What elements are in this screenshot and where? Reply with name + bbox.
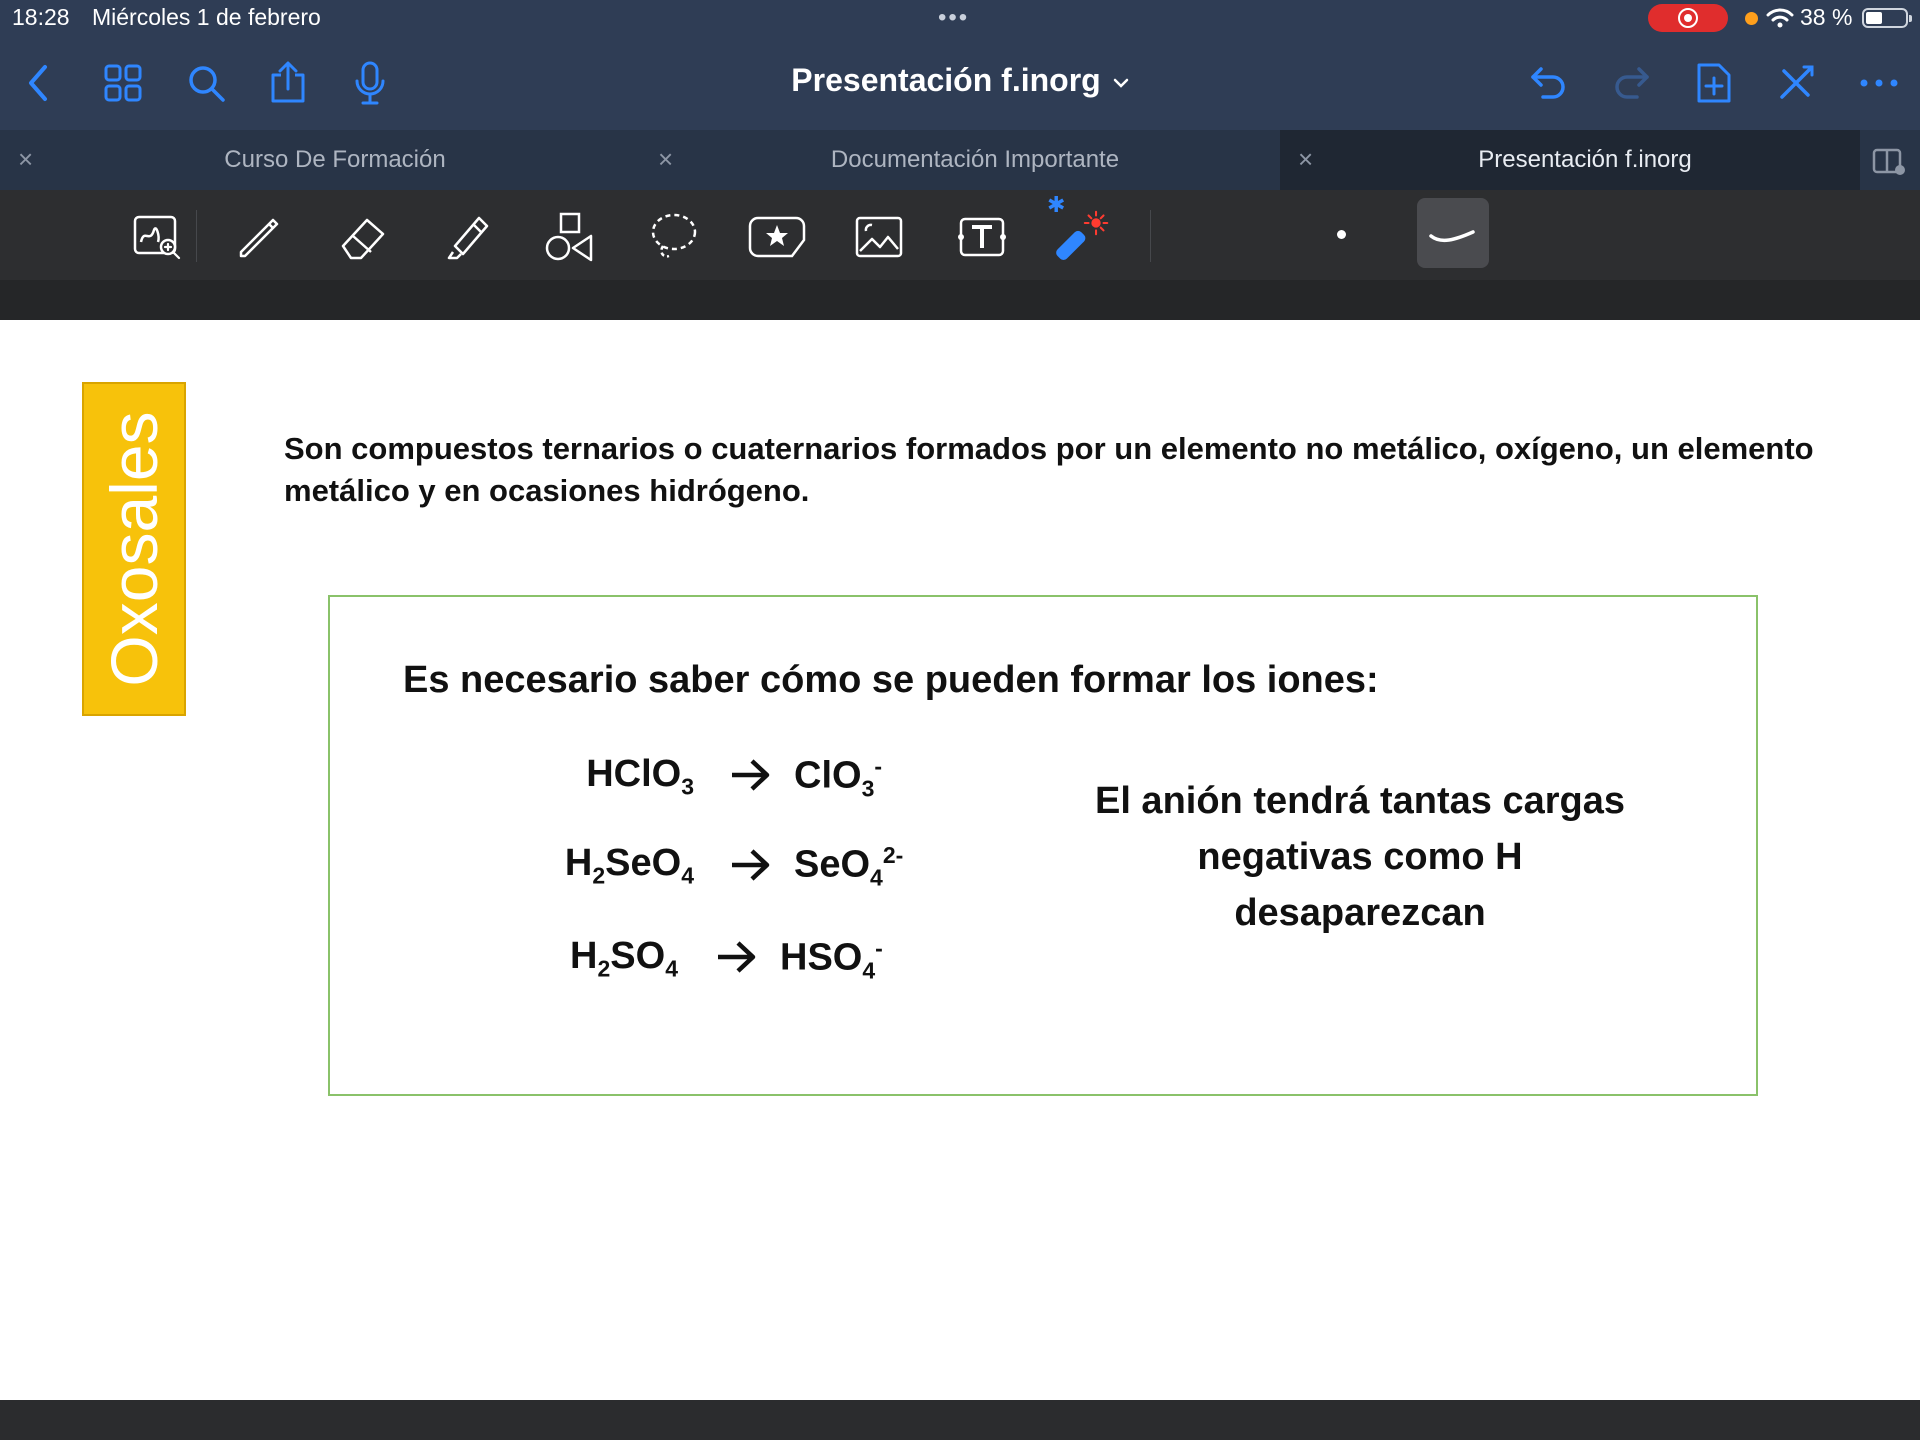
shapes-icon xyxy=(545,212,593,262)
microphone-icon xyxy=(355,61,385,105)
grid-icon xyxy=(104,64,142,102)
tab-label: Presentación f.inorg xyxy=(1478,146,1692,173)
arrow-icon xyxy=(732,849,770,881)
chevron-down-icon xyxy=(1113,78,1128,88)
close-icon[interactable]: × xyxy=(658,144,673,175)
search-button[interactable] xyxy=(181,58,231,108)
undo-icon xyxy=(1531,67,1565,99)
tab-label: Curso De Formación xyxy=(224,146,446,173)
equation-1-right: ClO3- xyxy=(794,753,883,802)
equation-2-right: SeO42- xyxy=(794,842,904,891)
bottom-strip xyxy=(0,1400,1920,1440)
tab-curso-de-formacion[interactable]: × Curso De Formación xyxy=(0,130,640,190)
lasso-icon xyxy=(651,213,697,258)
thumbnails-button[interactable] xyxy=(98,58,148,108)
equation-3-left: H2SO4 xyxy=(570,935,678,982)
elements-tool[interactable] xyxy=(748,208,806,266)
shapes-tool[interactable] xyxy=(541,208,599,266)
anion-charge-note: El anión tendrá tantas cargas negativas … xyxy=(1094,780,1626,934)
sticker-star-icon xyxy=(748,216,806,258)
image-tool[interactable] xyxy=(850,208,908,266)
dictation-button[interactable] xyxy=(345,58,395,108)
status-date: Miércoles 1 de febrero xyxy=(92,4,321,30)
more-icon xyxy=(1860,79,1898,87)
hide-toolbar-button[interactable] xyxy=(1771,58,1821,108)
tab-documentacion-importante[interactable]: × Documentación Importante xyxy=(640,130,1280,190)
bluetooth-icon: ✱ xyxy=(1047,192,1066,217)
eraser-tool[interactable] xyxy=(335,208,393,266)
ions-box: Es necesario saber cómo se pueden formar… xyxy=(328,595,1758,1096)
highlighter-tool[interactable] xyxy=(439,208,497,266)
microphone-indicator-icon xyxy=(1745,12,1758,25)
highlighter-icon xyxy=(447,216,489,260)
stroke-curve-icon xyxy=(1429,230,1475,243)
add-page-button[interactable] xyxy=(1689,58,1739,108)
text-tool[interactable] xyxy=(953,208,1011,266)
eraser-icon xyxy=(341,218,385,260)
arrow-icon xyxy=(732,759,770,791)
document-title[interactable]: Presentación f.inorg xyxy=(660,62,1260,99)
screen-recording-icon[interactable] xyxy=(1648,4,1728,32)
wifi-icon xyxy=(1766,8,1794,28)
pen-tool[interactable] xyxy=(231,208,289,266)
lasso-tool[interactable] xyxy=(645,208,703,266)
navigation-bar: Presentación f.inorg xyxy=(0,36,1920,130)
redo-button[interactable] xyxy=(1606,58,1656,108)
share-icon xyxy=(271,61,305,103)
stroke-style-selector[interactable] xyxy=(1417,198,1489,268)
equation-2-left: H2SeO4 xyxy=(564,842,694,889)
status-bar: 18:28 Miércoles 1 de febrero ••• 38 % xyxy=(0,0,1920,36)
pen-size-dot[interactable] xyxy=(1337,230,1346,239)
share-button[interactable] xyxy=(263,58,313,108)
document-title-text: Presentación f.inorg xyxy=(791,62,1101,98)
battery-percentage: 38 % xyxy=(1800,4,1853,30)
tab-bar: × Curso De Formación × Documentación Imp… xyxy=(0,130,1920,190)
equation-1-left: HClO3 xyxy=(586,753,694,800)
status-time: 18:28 xyxy=(12,4,70,30)
image-icon xyxy=(855,216,903,258)
tab-label: Documentación Importante xyxy=(830,146,1120,173)
zoom-window-tool[interactable] xyxy=(128,208,186,266)
search-icon xyxy=(189,66,225,102)
equation-3-right: HSO4- xyxy=(780,935,883,984)
zoom-window-icon xyxy=(133,215,181,260)
pen-icon xyxy=(239,218,279,258)
close-icon[interactable]: × xyxy=(1298,144,1313,175)
back-icon xyxy=(29,65,47,101)
add-page-icon xyxy=(1697,63,1731,103)
tab-presentacion-finorg[interactable]: × Presentación f.inorg xyxy=(1280,130,1860,190)
battery-icon xyxy=(1862,8,1912,28)
more-button[interactable] xyxy=(1854,58,1904,108)
drawing-toolbar: ✱ xyxy=(0,190,1920,280)
text-box-icon xyxy=(958,217,1006,257)
laser-pointer-tool[interactable]: ✱ xyxy=(1047,192,1111,266)
box-heading: Es necesario saber cómo se pueden formar… xyxy=(403,659,1379,701)
undo-button[interactable] xyxy=(1524,58,1574,108)
intro-paragraph: Son compuestos ternarios o cuaternarios … xyxy=(284,431,1814,508)
redo-icon xyxy=(1615,67,1649,99)
close-toolbar-icon xyxy=(1780,65,1814,99)
multitasking-dots-icon[interactable]: ••• xyxy=(938,4,969,32)
section-side-tab: Oxosales xyxy=(82,382,186,716)
section-title: Oxosales xyxy=(97,411,171,687)
split-view-icon[interactable] xyxy=(1872,148,1906,176)
back-button[interactable] xyxy=(14,58,64,108)
document-page[interactable]: Oxosales Son compuestos ternarios o cuat… xyxy=(0,320,1920,1400)
arrow-icon xyxy=(718,941,756,973)
toolbar-divider-strip xyxy=(0,280,1920,320)
close-icon[interactable]: × xyxy=(18,144,33,175)
